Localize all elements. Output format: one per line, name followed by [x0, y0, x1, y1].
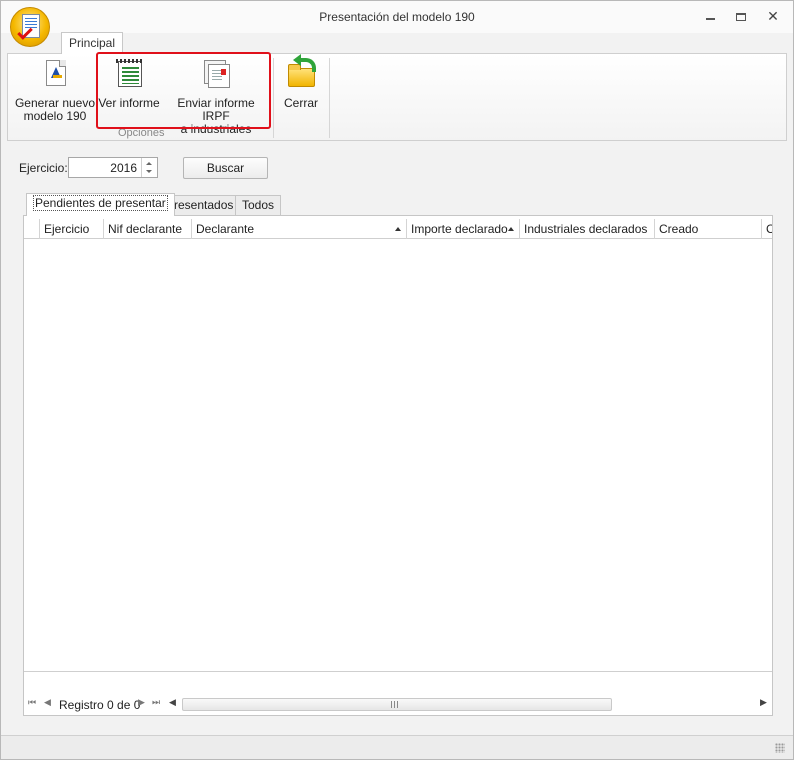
spinner-arrows[interactable]	[141, 158, 157, 177]
column-header[interactable]: Nif declarante	[104, 219, 192, 239]
grid-header: Ejercicio Nif declarante Declarante Impo…	[24, 219, 772, 239]
scroll-right-icon[interactable]: ▶	[760, 697, 767, 708]
ribbon-separator	[273, 58, 274, 138]
row-indicator-header	[24, 219, 40, 239]
resize-grip-icon[interactable]	[775, 743, 785, 753]
tab-pendientes-label: Pendientes de presentar	[33, 195, 168, 211]
close-label: Cerrar	[283, 96, 318, 110]
year-value: 2016	[110, 161, 137, 175]
search-button[interactable]: Buscar	[183, 157, 268, 179]
minimize-icon	[705, 17, 715, 20]
tab-todos[interactable]: Todos	[235, 195, 282, 215]
column-header[interactable]: Industriales declarados	[520, 219, 655, 239]
exit-folder-icon	[285, 54, 317, 90]
minimize-button[interactable]	[700, 7, 720, 25]
title-bar: Presentación del modelo 190 ✕	[1, 1, 793, 33]
generate-model-button[interactable]: Generar nuevo modelo 190	[14, 58, 96, 123]
options-highlight-box	[96, 52, 271, 129]
column-header-label: Importe declarado	[411, 222, 508, 236]
column-header[interactable]: Ejercicio	[40, 219, 104, 239]
column-header-importe[interactable]: Importe declarado	[407, 219, 520, 239]
close-button[interactable]: Cerrar	[280, 54, 322, 110]
maximize-button[interactable]	[731, 7, 751, 25]
grid-footer-separator	[24, 671, 772, 672]
app-window: Presentación del modelo 190 ✕ Principal …	[0, 0, 794, 760]
last-record-icon[interactable]: ⏭	[152, 697, 160, 708]
column-header-declarante[interactable]: Declarante	[192, 219, 407, 239]
sort-ascending-icon	[395, 227, 401, 231]
generate-model-label: Generar nuevo modelo 190	[14, 96, 96, 123]
sort-ascending-icon	[508, 227, 514, 231]
spin-down-icon[interactable]	[146, 170, 152, 173]
first-record-icon[interactable]: ⏮	[28, 697, 36, 708]
spin-up-icon[interactable]	[146, 162, 152, 165]
previous-record-icon[interactable]: ◀	[44, 697, 51, 708]
ribbon-separator	[329, 58, 330, 138]
close-icon: ✕	[767, 8, 779, 24]
next-record-icon[interactable]: ▶	[138, 697, 145, 708]
horizontal-scrollbar[interactable]	[182, 698, 612, 711]
tab-principal[interactable]: Principal	[61, 32, 123, 54]
data-grid: Ejercicio Nif declarante Declarante Impo…	[23, 215, 773, 716]
record-navigator: ⏮ ◀ Registro 0 de 0 ▶ ⏭ ◀ ▶	[24, 694, 772, 714]
maximize-icon	[736, 12, 746, 21]
scroll-left-icon[interactable]: ◀	[169, 697, 176, 708]
close-window-button[interactable]: ✕	[763, 7, 783, 25]
year-label: Ejercicio:	[19, 161, 68, 175]
new-document-icon	[39, 58, 71, 90]
app-logo-icon[interactable]	[10, 7, 50, 47]
window-title: Presentación del modelo 190	[319, 10, 475, 24]
scrollbar-grip-icon	[391, 701, 398, 708]
tab-pendientes[interactable]: Pendientes de presentar	[26, 193, 175, 216]
column-header[interactable]: Creado	[655, 219, 762, 239]
year-spinner[interactable]: 2016	[68, 157, 158, 178]
column-header-label: Declarante	[196, 222, 255, 236]
status-bar	[1, 735, 793, 759]
column-header[interactable]: C	[762, 219, 772, 239]
record-count: Registro 0 de 0	[59, 698, 141, 712]
